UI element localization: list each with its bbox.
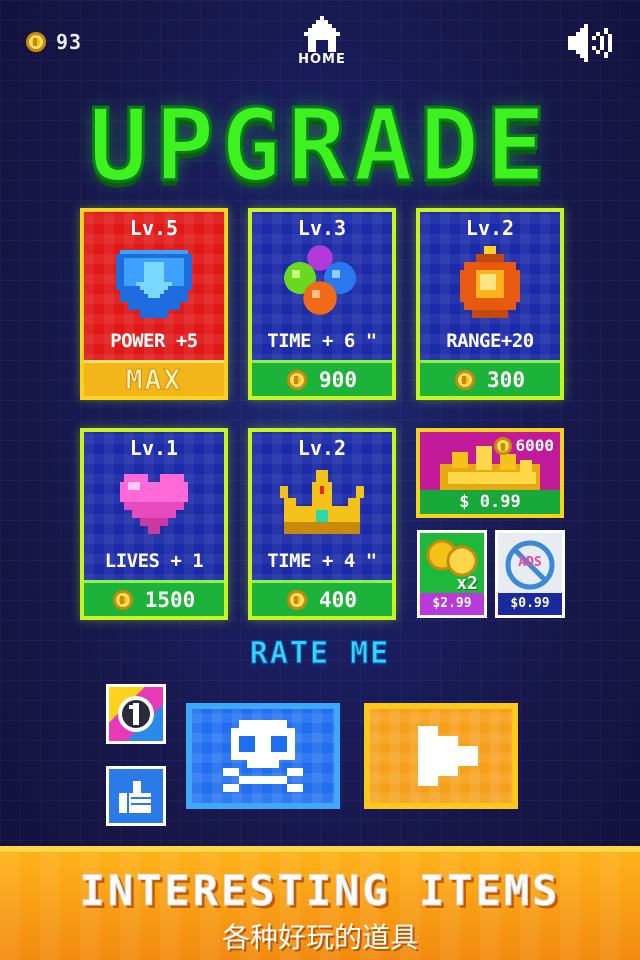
max-label: MAX xyxy=(125,363,183,397)
double-coins-price: $2.99 xyxy=(420,593,484,615)
remove-ads-price: $0.99 xyxy=(498,593,562,615)
home-label: HOME xyxy=(298,52,346,67)
upgrade-card-time-gems[interactable]: Lv.3 TIME + 6 " 900 xyxy=(248,208,396,400)
upgrade-card-power[interactable]: Lv.5 POWER +5 MAX xyxy=(80,208,228,400)
card-effect: LIVES + 1 xyxy=(104,550,204,572)
coin-pack-price: $ 0.99 xyxy=(420,490,560,514)
price-label: 300 xyxy=(487,367,525,392)
upgrade-card-range[interactable]: Lv.2 RANGE+20 300 xyxy=(416,208,564,400)
card-effect: TIME + 6 " xyxy=(267,330,377,352)
coin-counter: 93 xyxy=(26,30,82,54)
thumbs-up-icon xyxy=(119,781,151,813)
card-level: Lv.5 xyxy=(129,216,179,240)
gems-icon xyxy=(284,245,356,315)
shield-icon xyxy=(116,250,192,318)
buy-button[interactable]: 1500 xyxy=(84,580,224,616)
leaderboard-button[interactable] xyxy=(106,684,166,744)
remove-ads-button[interactable]: ADS $0.99 xyxy=(495,530,565,618)
card-effect: RANGE+20 xyxy=(446,330,534,352)
like-button[interactable] xyxy=(106,766,166,826)
buy-button[interactable]: 900 xyxy=(252,360,392,396)
card-effect: TIME + 4 " xyxy=(267,550,377,572)
page-title: UPGRADE xyxy=(87,87,552,204)
coin-icon xyxy=(112,589,133,610)
price-label: 1500 xyxy=(144,587,196,612)
home-button[interactable]: HOME xyxy=(296,16,348,72)
bomb-icon xyxy=(460,246,520,318)
upgrade-card-lives[interactable]: Lv.1 LIVES + 1 1500 xyxy=(80,428,228,620)
max-badge: MAX xyxy=(84,360,224,397)
coin-count: 93 xyxy=(56,30,83,54)
price-label: 400 xyxy=(319,587,357,612)
leaderboard-icon xyxy=(118,696,154,732)
price-label: 900 xyxy=(319,367,357,392)
heart-icon xyxy=(120,474,188,534)
coin-icon xyxy=(494,436,513,455)
banner-title: INTERESTING ITEMS xyxy=(79,866,561,916)
card-level: Lv.1 xyxy=(129,436,179,460)
double-coins-button[interactable]: x2 $2.99 xyxy=(417,530,487,618)
card-level: Lv.2 xyxy=(465,216,515,240)
home-icon xyxy=(304,16,340,52)
skins-button[interactable] xyxy=(186,703,340,809)
coin-icon xyxy=(287,369,308,390)
card-effect: POWER +5 xyxy=(110,330,198,352)
card-level: Lv.3 xyxy=(297,216,347,240)
play-button[interactable] xyxy=(364,703,518,809)
buy-button[interactable]: 300 xyxy=(420,360,560,396)
coin-pack-amount: 6000 xyxy=(494,436,554,455)
remove-ads-label: ADS xyxy=(518,555,542,570)
buy-button[interactable]: 400 xyxy=(252,580,392,616)
card-level: Lv.2 xyxy=(297,436,347,460)
coin-icon xyxy=(287,589,308,610)
play-icon xyxy=(418,726,478,786)
promo-banner: INTERESTING ITEMS 各种好玩的道具 xyxy=(0,846,640,960)
coin-pack-button[interactable]: 6000 $ 0.99 xyxy=(416,428,564,518)
banner-subtitle: 各种好玩的道具 xyxy=(221,921,418,954)
skull-icon xyxy=(223,720,303,792)
coin-icon xyxy=(455,369,476,390)
rate-me-button[interactable]: RATE ME xyxy=(0,636,640,672)
coin-pack-amount-label: 6000 xyxy=(515,436,554,455)
sound-toggle-button[interactable] xyxy=(566,22,616,64)
upgrade-card-time-crown[interactable]: Lv.2 TIME + 4 " 400 xyxy=(248,428,396,620)
speaker-icon xyxy=(568,24,612,62)
coin-icon xyxy=(26,32,46,52)
double-coins-label: x2 xyxy=(456,573,478,594)
crown-icon xyxy=(280,470,364,534)
